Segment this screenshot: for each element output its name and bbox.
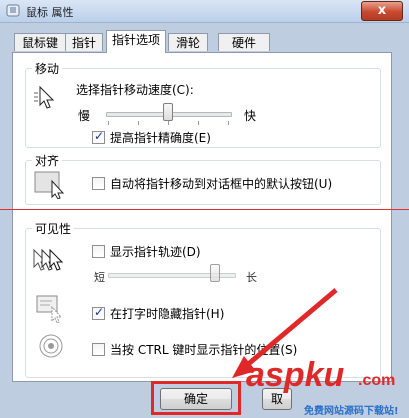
watermark-caption: 免费网站源码下载站! <box>304 406 399 417</box>
watermark-brand: aspku <box>246 356 345 394</box>
watermark-domain: .com <box>358 372 396 389</box>
annotation-highlight-box <box>151 381 241 415</box>
aspku-watermark: aspku .com 免费网站源码下载站! <box>240 356 408 417</box>
tab-pointer-options[interactable]: 指针选项 <box>106 30 166 53</box>
